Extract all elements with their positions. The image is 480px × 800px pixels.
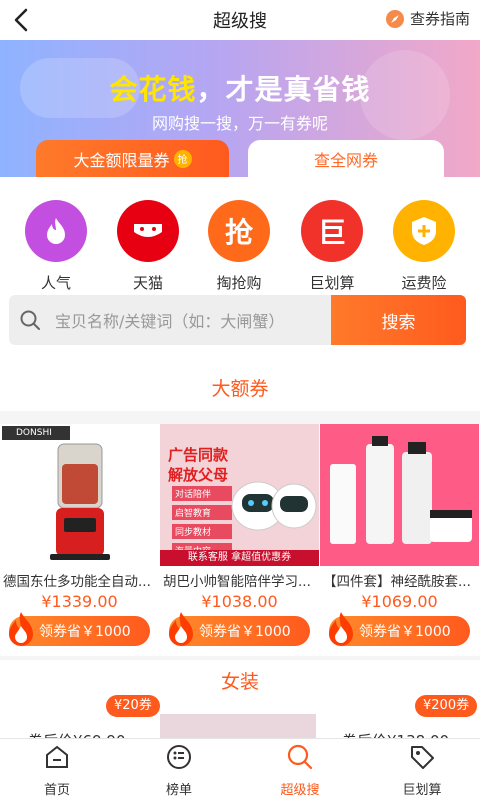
product-image: DONSHI (0, 424, 159, 566)
robot-illustration (231, 481, 317, 531)
nav-label: 巨划算 (402, 783, 442, 798)
flame-icon (169, 612, 193, 646)
product-price: ¥1038.00 (201, 592, 278, 611)
product-name: 胡巴小帅智能陪伴学习... (163, 574, 311, 590)
product-card[interactable]: DONSHI 德国东仕多功能全自动... ¥1339.00 领券省￥1000 (0, 424, 159, 656)
coupon-badge: ¥20券 (106, 695, 160, 717)
get-coupon-button[interactable]: 领券省￥1000 (169, 612, 310, 646)
search-icon (287, 744, 313, 770)
section-title-women: 女装 (0, 660, 480, 704)
blender-illustration (50, 443, 110, 560)
category-ju[interactable]: 巨 巨划算 (292, 200, 372, 293)
page-title: 超级搜 (213, 11, 267, 32)
search-area: 宝贝名称/关键词（如：大闸蟹） 搜索 (0, 295, 480, 367)
category-tmall[interactable]: 天猫 (108, 200, 188, 293)
ranking-icon (167, 745, 191, 769)
category-flash-sale[interactable]: 抢 掏抢购 (199, 200, 279, 293)
coupon-guide-link[interactable]: 查券指南 (385, 8, 470, 29)
search-input[interactable]: 宝贝名称/关键词（如：大闸蟹） (9, 295, 331, 345)
ad-feature: 对话陪伴 (172, 486, 232, 501)
ad-title: 广告同款 (168, 446, 229, 464)
tab-all-coupons[interactable]: 查全网券 (248, 140, 444, 177)
ad-footer: 联系客服 拿超值优惠券 (160, 550, 319, 566)
product-name: 【四件套】神经酰胺套... (323, 574, 471, 590)
nav-label: 超级搜 (280, 783, 320, 798)
get-coupon-button[interactable]: 领券省￥1000 (9, 612, 150, 646)
product-price: ¥1339.00 (41, 592, 118, 611)
qiang-badge-icon: 抢 (173, 149, 192, 168)
tag-icon (411, 746, 434, 769)
bottom-navigation: 首页 榜单 超级搜 巨划算 (0, 738, 480, 800)
category-label: 运费险 (401, 274, 447, 292)
search-icon (20, 310, 40, 330)
slogan-highlight: 会花钱 (109, 73, 197, 106)
coupon-label: 领券省￥1000 (39, 624, 131, 640)
product-name: 德国东仕多功能全自动... (3, 574, 151, 590)
category-label: 天猫 (132, 274, 163, 292)
product-image (320, 424, 479, 566)
product-image: 广告同款 解放父母 对话陪伴 启智教育 同步教材 海量内容 联系客服 拿超值优惠… (160, 424, 319, 566)
nav-home[interactable]: 首页 (12, 743, 102, 798)
nav-ranking[interactable]: 榜单 (134, 743, 224, 798)
category-label: 人气 (40, 274, 71, 292)
product-card[interactable]: 广告同款 解放父母 对话陪伴 启智教育 同步教材 海量内容 联系客服 拿超值优惠… (160, 424, 319, 656)
flame-icon (25, 200, 87, 262)
coupon-label: 领券省￥1000 (359, 624, 451, 640)
search-placeholder: 宝贝名称/关键词（如：大闸蟹） (55, 312, 285, 331)
category-popular[interactable]: 人气 (16, 200, 96, 293)
back-arrow-icon[interactable] (6, 4, 38, 36)
get-coupon-button[interactable]: 领券省￥1000 (329, 612, 470, 646)
category-label: 巨划算 (309, 274, 355, 292)
qiang-icon: 抢 (208, 200, 270, 262)
promo-banner: 会花钱，才是真省钱 网购搜一搜，万一有券呢 大金额限量券 抢 查全网券 (0, 40, 480, 177)
ju-icon: 巨 (301, 200, 363, 262)
coupon-guide-label: 查券指南 (409, 10, 470, 28)
coupon-badge: ¥200券 (415, 695, 478, 717)
home-icon (46, 745, 68, 768)
product-card[interactable]: 【四件套】神经酰胺套... ¥1069.00 领券省￥1000 (320, 424, 479, 656)
cosmetics-illustration (330, 436, 472, 544)
ad-feature: 启智教育 (172, 505, 232, 520)
category-label: 掏抢购 (216, 274, 262, 292)
tab-big-coupons-label: 大金额限量券 (73, 150, 170, 170)
ad-feature-list: 对话陪伴 启智教育 同步教材 海量内容 (172, 486, 232, 558)
shield-plus-icon (393, 200, 455, 262)
coupon-label: 领券省￥1000 (199, 624, 291, 640)
section-title-big-coupons: 大额券 (0, 367, 480, 411)
flame-icon (9, 612, 33, 646)
nav-super-search[interactable]: 超级搜 (255, 743, 345, 798)
compass-icon (385, 9, 404, 28)
nav-label: 榜单 (165, 783, 192, 798)
category-shipping-insurance[interactable]: 运费险 (384, 200, 464, 293)
nav-label: 首页 (43, 783, 70, 798)
nav-ju-huasuan[interactable]: 巨划算 (377, 743, 467, 798)
tmall-icon (117, 200, 179, 262)
flame-icon (329, 612, 353, 646)
tab-big-coupons[interactable]: 大金额限量券 抢 (36, 140, 229, 177)
category-row: 人气 天猫 抢 掏抢购 巨 巨划算 运费险 (0, 177, 480, 295)
banner-slogan: 会花钱，才是真省钱 (0, 68, 480, 108)
slogan-rest: ，才是真省钱 (196, 73, 371, 106)
product-grid: DONSHI 德国东仕多功能全自动... ¥1339.00 领券省￥1000 广… (0, 424, 480, 656)
banner-subtitle: 网购搜一搜，万一有券呢 (151, 114, 328, 133)
search-button[interactable]: 搜索 (331, 295, 466, 345)
top-bar: 超级搜 查券指南 (0, 0, 480, 40)
product-price: ¥1069.00 (361, 592, 438, 611)
ad-subtitle: 解放父母 (168, 466, 229, 484)
ad-feature: 同步教材 (172, 524, 232, 539)
